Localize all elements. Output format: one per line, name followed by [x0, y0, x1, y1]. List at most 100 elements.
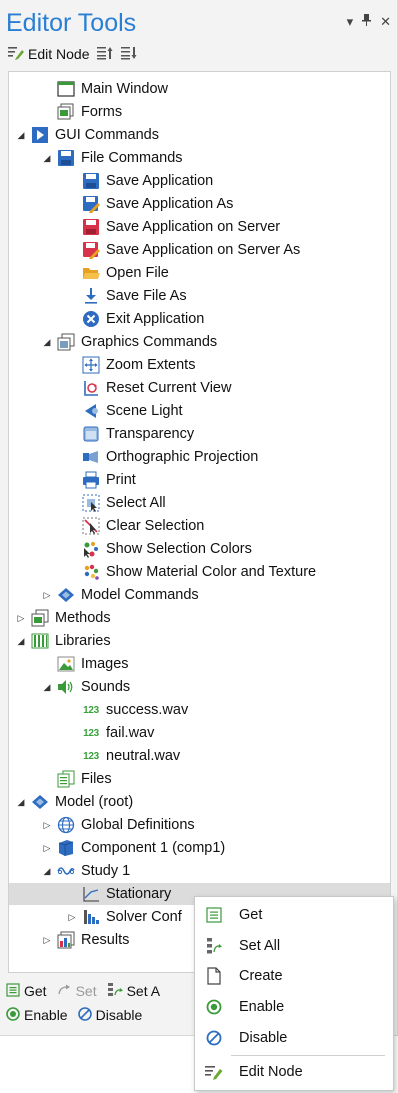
- tree-item-label: Global Definitions: [81, 817, 195, 833]
- tree-item-study-1[interactable]: ◢ Study 1: [9, 860, 390, 882]
- edit-node-button[interactable]: Edit Node: [8, 46, 89, 63]
- tree-item-label: Show Material Color and Texture: [106, 564, 317, 580]
- tree-item-save-app-server[interactable]: Save Application on Server: [9, 216, 390, 238]
- tree-item-success-wav[interactable]: 123 success.wav: [9, 699, 390, 721]
- tree-item-neutral-wav[interactable]: 123 neutral.wav: [9, 745, 390, 767]
- create-icon: [205, 967, 223, 985]
- expand-arrow-icon[interactable]: ▷: [41, 590, 53, 601]
- tree-item-select-all[interactable]: Select All: [9, 492, 390, 514]
- expand-arrow-icon[interactable]: ▷: [41, 843, 53, 854]
- tree-item-sounds[interactable]: ◢ Sounds: [9, 676, 390, 698]
- tree-item-forms[interactable]: Forms: [9, 101, 390, 123]
- folder-icon: [82, 264, 100, 282]
- tree-item-print[interactable]: Print: [9, 469, 390, 491]
- collapse-arrow-icon[interactable]: ◢: [15, 797, 27, 808]
- edit-node-label: Edit Node: [28, 46, 90, 62]
- collapse-arrow-icon[interactable]: ◢: [15, 636, 27, 647]
- tree-item-scene-light[interactable]: Scene Light: [9, 400, 390, 422]
- menu-item-disable[interactable]: Disable: [195, 1023, 393, 1053]
- projection-icon: [82, 448, 100, 466]
- tree-item-model-commands[interactable]: ▷ Model Commands: [9, 584, 390, 606]
- menu-item-enable[interactable]: Enable: [195, 992, 393, 1022]
- get-label: Get: [24, 983, 47, 999]
- tree-item-save-app-server-as[interactable]: Save Application on Server As: [9, 239, 390, 261]
- set-button[interactable]: Set: [57, 983, 97, 999]
- tree-item-label: Save File As: [106, 288, 187, 304]
- tree-item-graphics-commands[interactable]: ◢ Graphics Commands: [9, 331, 390, 353]
- expand-arrow-icon[interactable]: ▷: [66, 912, 78, 923]
- tree-item-fail-wav[interactable]: 123 fail.wav: [9, 722, 390, 744]
- dropdown-icon[interactable]: ▾: [347, 14, 354, 30]
- move-down-icon: [121, 46, 137, 63]
- menu-item-label: Enable: [239, 999, 285, 1015]
- tree-item-files[interactable]: Files: [9, 768, 390, 790]
- menu-item-create[interactable]: Create: [195, 961, 393, 991]
- get-button[interactable]: Get: [6, 982, 47, 1000]
- tree-item-global-definitions[interactable]: ▷ Global Definitions: [9, 814, 390, 836]
- tree-item-file-commands[interactable]: ◢ File Commands: [9, 147, 390, 169]
- pin-icon[interactable]: [362, 14, 372, 30]
- tree-item-label: Print: [106, 472, 136, 488]
- menu-item-get[interactable]: Get: [195, 900, 393, 930]
- menu-item-set-all[interactable]: Set All: [195, 931, 393, 961]
- menu-item-edit-node[interactable]: Edit Node: [195, 1057, 393, 1087]
- tree-item-zoom-extents[interactable]: Zoom Extents: [9, 354, 390, 376]
- disable-button[interactable]: Disable: [77, 1006, 143, 1024]
- tree-item-label: Scene Light: [106, 403, 183, 419]
- expand-arrow-icon[interactable]: ▷: [41, 935, 53, 946]
- disable-label: Disable: [95, 1007, 143, 1023]
- set-label: Set: [75, 983, 97, 999]
- expand-arrow-icon[interactable]: ▷: [41, 820, 53, 831]
- tree-item-label: Main Window: [81, 81, 169, 97]
- collapse-arrow-icon[interactable]: ◢: [41, 866, 53, 877]
- tree-item-gui-commands[interactable]: ◢ GUI Commands: [9, 124, 390, 146]
- tree-item-ortho-projection[interactable]: Orthographic Projection: [9, 446, 390, 468]
- model-icon: [31, 793, 49, 811]
- selection-colors-icon: [82, 540, 100, 558]
- enable-label: Enable: [24, 1007, 68, 1023]
- close-icon[interactable]: ✕: [380, 14, 391, 30]
- tree-item-show-selection-colors[interactable]: Show Selection Colors: [9, 538, 390, 560]
- tree-item-show-material[interactable]: Show Material Color and Texture: [9, 561, 390, 583]
- move-up-button[interactable]: [97, 46, 113, 63]
- zoom-extents-icon: [82, 356, 100, 374]
- tree-item-component-1[interactable]: ▷ Component 1 (comp1): [9, 837, 390, 859]
- tree-item-reset-view[interactable]: Reset Current View: [9, 377, 390, 399]
- set-all-button[interactable]: Set A: [107, 982, 160, 1001]
- tree-item-transparency[interactable]: Transparency: [9, 423, 390, 445]
- collapse-arrow-icon[interactable]: ◢: [41, 682, 53, 693]
- tree-item-exit-application[interactable]: Exit Application: [9, 308, 390, 330]
- tree-item-label: Orthographic Projection: [106, 449, 259, 465]
- enable-icon: [205, 998, 223, 1016]
- tree-item-open-file[interactable]: Open File: [9, 262, 390, 284]
- tree-item-save-application[interactable]: Save Application: [9, 170, 390, 192]
- move-down-button[interactable]: [121, 46, 137, 63]
- reset-view-icon: [82, 379, 100, 397]
- component-icon: [57, 839, 75, 857]
- libraries-icon: [31, 632, 49, 650]
- tree-item-save-application-as[interactable]: Save Application As: [9, 193, 390, 215]
- enable-button[interactable]: Enable: [6, 1006, 68, 1024]
- tree-item-save-file-as[interactable]: Save File As: [9, 285, 390, 307]
- study-icon: [57, 862, 75, 880]
- tree-item-label: Select All: [106, 495, 166, 511]
- tree-item-label: Transparency: [106, 426, 195, 442]
- globe-icon: [57, 816, 75, 834]
- collapse-arrow-icon[interactable]: ◢: [15, 130, 27, 141]
- tree-item-clear-selection[interactable]: Clear Selection: [9, 515, 390, 537]
- set-arrow-icon: [57, 983, 72, 999]
- expand-arrow-icon[interactable]: ▷: [15, 613, 27, 624]
- tree-item-libraries[interactable]: ◢ Libraries: [9, 630, 390, 652]
- menu-item-label: Disable: [239, 1030, 288, 1046]
- tree-item-main-window[interactable]: Main Window: [9, 78, 390, 100]
- tree-item-images[interactable]: Images: [9, 653, 390, 675]
- menu-item-label: Edit Node: [239, 1064, 303, 1080]
- tree-item-label: Results: [81, 932, 130, 948]
- collapse-arrow-icon[interactable]: ◢: [41, 153, 53, 164]
- tree-item-methods[interactable]: ▷ Methods: [9, 607, 390, 629]
- tree-item-label: Save Application: [106, 173, 214, 189]
- editor-tools-panel: Editor Tools ▾ ✕ Edit Node Main Window Fo…: [0, 0, 398, 1036]
- tree-item-model-root[interactable]: ◢ Model (root): [9, 791, 390, 813]
- collapse-arrow-icon[interactable]: ◢: [41, 337, 53, 348]
- tree-item-label: Open File: [106, 265, 169, 281]
